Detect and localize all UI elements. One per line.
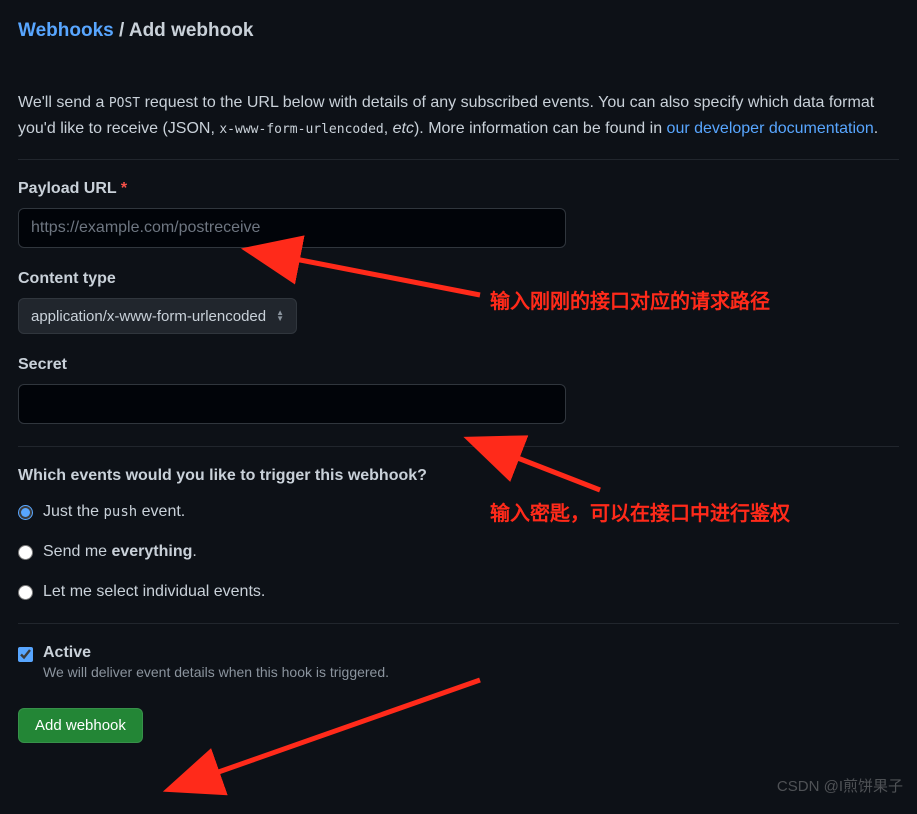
- radio-everything[interactable]: [18, 545, 33, 560]
- doc-link[interactable]: our developer documentation: [667, 120, 874, 137]
- select-arrows-icon: ▲▼: [276, 310, 284, 322]
- watermark: CSDN @I煎饼果子: [777, 775, 903, 796]
- radio-push[interactable]: [18, 505, 33, 520]
- event-option-push[interactable]: Just the push event.: [18, 503, 899, 521]
- event-option-individual[interactable]: Let me select individual events.: [18, 583, 899, 601]
- divider: [18, 446, 899, 447]
- event-option-everything[interactable]: Send me everything.: [18, 543, 899, 561]
- active-checkbox[interactable]: [18, 647, 33, 662]
- breadcrumb-current: Add webhook: [129, 20, 254, 41]
- active-field: Active We will deliver event details whe…: [18, 644, 899, 680]
- events-heading: Which events would you like to trigger t…: [18, 467, 899, 485]
- add-webhook-button[interactable]: Add webhook: [18, 708, 143, 743]
- content-type-field: Content type application/x-www-form-urle…: [18, 270, 899, 334]
- breadcrumb-sep: /: [119, 20, 124, 41]
- payload-url-input[interactable]: [18, 208, 566, 248]
- encoding-code: x-www-form-urlencoded: [219, 122, 383, 137]
- secret-input[interactable]: [18, 384, 566, 424]
- breadcrumb-link[interactable]: Webhooks: [18, 20, 114, 41]
- secret-label: Secret: [18, 356, 899, 374]
- post-code: POST: [109, 96, 140, 111]
- payload-url-label: Payload URL *: [18, 180, 899, 198]
- breadcrumb: Webhooks / Add webhook: [18, 20, 899, 42]
- divider: [18, 623, 899, 624]
- payload-url-field: Payload URL *: [18, 180, 899, 248]
- content-type-label: Content type: [18, 270, 899, 288]
- intro-paragraph: We'll send a POST request to the URL bel…: [18, 90, 899, 141]
- secret-field: Secret: [18, 356, 899, 424]
- content-type-select[interactable]: application/x-www-form-urlencoded ▲▼: [18, 298, 297, 334]
- radio-individual[interactable]: [18, 585, 33, 600]
- divider: [18, 159, 899, 160]
- active-desc: We will deliver event details when this …: [43, 664, 389, 680]
- content-type-value: application/x-www-form-urlencoded: [31, 308, 266, 325]
- active-label: Active: [43, 644, 389, 662]
